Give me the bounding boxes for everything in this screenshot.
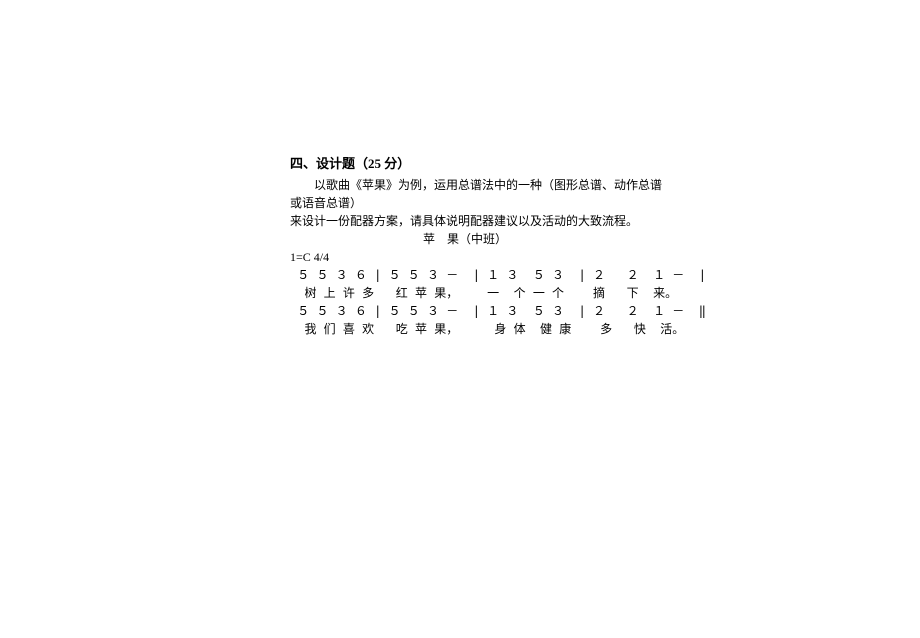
lyric-line-2: 我 们 喜 欢 吃 苹 果， 身 体 健 康 多 快 活。	[290, 320, 670, 338]
song-title: 苹 果（中班）	[260, 230, 670, 248]
section-title: 四、设计题（25 分）	[290, 154, 670, 174]
key-time-signature: 1=C 4/4	[290, 248, 670, 266]
score-line-1: ５ ５ ３ ６ | ５ ５ ３ － | １ ３ ５ ３ | ２ ２ １ － |	[290, 266, 670, 284]
prompt-text-line2: 来设计一份配器方案，请具体说明配器建议以及活动的大致流程。	[290, 212, 670, 230]
document-body: 四、设计题（25 分） 以歌曲《苹果》为例，运用总谱法中的一种（图形总谱、动作总…	[0, 0, 920, 338]
prompt-text-line1: 以歌曲《苹果》为例，运用总谱法中的一种（图形总谱、动作总谱或语音总谱）	[290, 176, 670, 212]
lyric-line-1: 树 上 许 多 红 苹 果， 一 个 一 个 摘 下 来。	[290, 284, 670, 302]
score-line-2: ５ ５ ３ ６ | ５ ５ ３ － | １ ３ ５ ３ | ２ ２ １ － ‖	[290, 302, 670, 320]
